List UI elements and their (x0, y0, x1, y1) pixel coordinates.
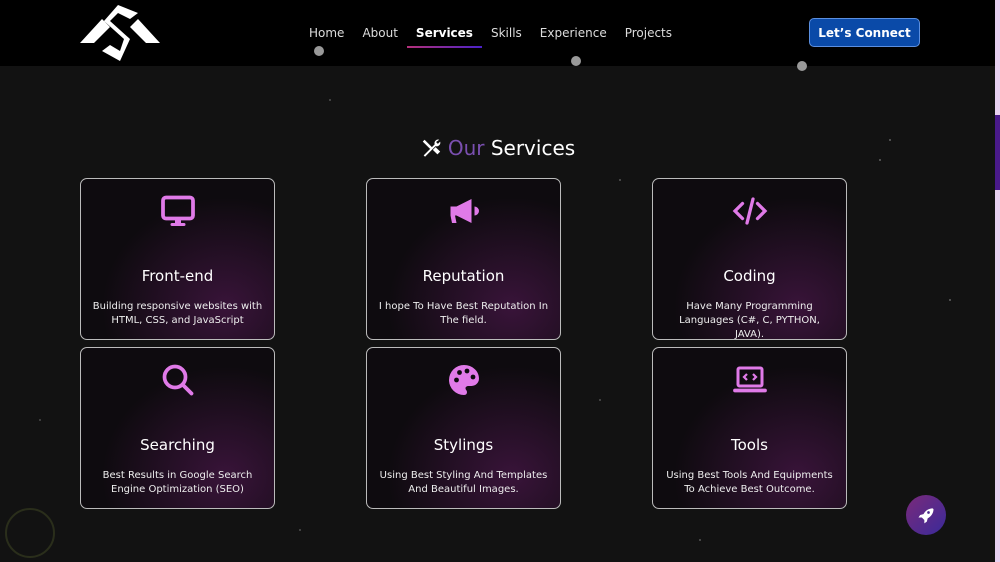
card-title: Coding (723, 267, 776, 285)
code-icon (732, 197, 768, 225)
card-description: Best Results in Google Search Engine Opt… (102, 470, 253, 495)
card-title: Tools (731, 436, 768, 454)
card-description: I hope To Have Best Reputation In The fi… (378, 301, 549, 326)
title-accent: Our (447, 136, 485, 160)
scroll-to-top-button[interactable] (906, 495, 946, 535)
nav-skills[interactable]: Skills (482, 26, 531, 46)
nav-experience[interactable]: Experience (531, 26, 616, 46)
palette-icon (449, 365, 479, 395)
nav-services[interactable]: Services (406, 26, 482, 48)
logo[interactable] (80, 5, 160, 61)
section-title: Our Services (0, 136, 995, 160)
service-card-coding: Coding Have Many Programming Languages (… (652, 178, 847, 340)
search-icon (162, 364, 194, 396)
card-title: Reputation (422, 267, 505, 285)
service-card-searching: Searching Best Results in Google Search … (80, 347, 275, 509)
card-title: Front-end (141, 267, 214, 285)
service-card-stylings: Stylings Using Best Styling And Template… (366, 347, 561, 509)
nav-projects[interactable]: Projects (616, 26, 681, 46)
main-nav: Home About Services Skills Experience Pr… (300, 26, 681, 48)
watermark-badge (5, 508, 55, 558)
nav-home[interactable]: Home (300, 26, 353, 46)
lets-connect-button[interactable]: Let’s Connect (809, 18, 920, 47)
service-card-front-end: Front-end Building responsive websites w… (80, 178, 275, 340)
title-text: Services (490, 136, 576, 160)
laptop-code-icon (733, 366, 767, 393)
card-description: Have Many Programming Languages (C#, C, … (679, 301, 820, 340)
decorative-dot (571, 56, 581, 66)
service-card-tools: Tools Using Best Tools And Equipments To… (652, 347, 847, 509)
rocket-icon (918, 508, 934, 524)
megaphone-icon (450, 199, 479, 223)
decorative-dot (797, 61, 807, 71)
nav-about[interactable]: About (353, 26, 406, 46)
card-description: Using Best Tools And Equipments To Achie… (666, 470, 833, 495)
card-title: Searching (140, 436, 215, 454)
header: Home About Services Skills Experience Pr… (0, 0, 995, 66)
scrollbar[interactable] (995, 0, 1000, 562)
card-title: Stylings (433, 436, 494, 454)
service-card-reputation: Reputation I hope To Have Best Reputatio… (366, 178, 561, 340)
scrollbar-thumb[interactable] (995, 115, 1000, 190)
tools-icon (422, 139, 441, 157)
card-description: Using Best Styling And Templates And Bea… (379, 470, 548, 495)
monitor-icon (161, 195, 195, 226)
decorative-dot (314, 46, 324, 56)
card-description: Building responsive websites with HTML, … (92, 301, 263, 326)
